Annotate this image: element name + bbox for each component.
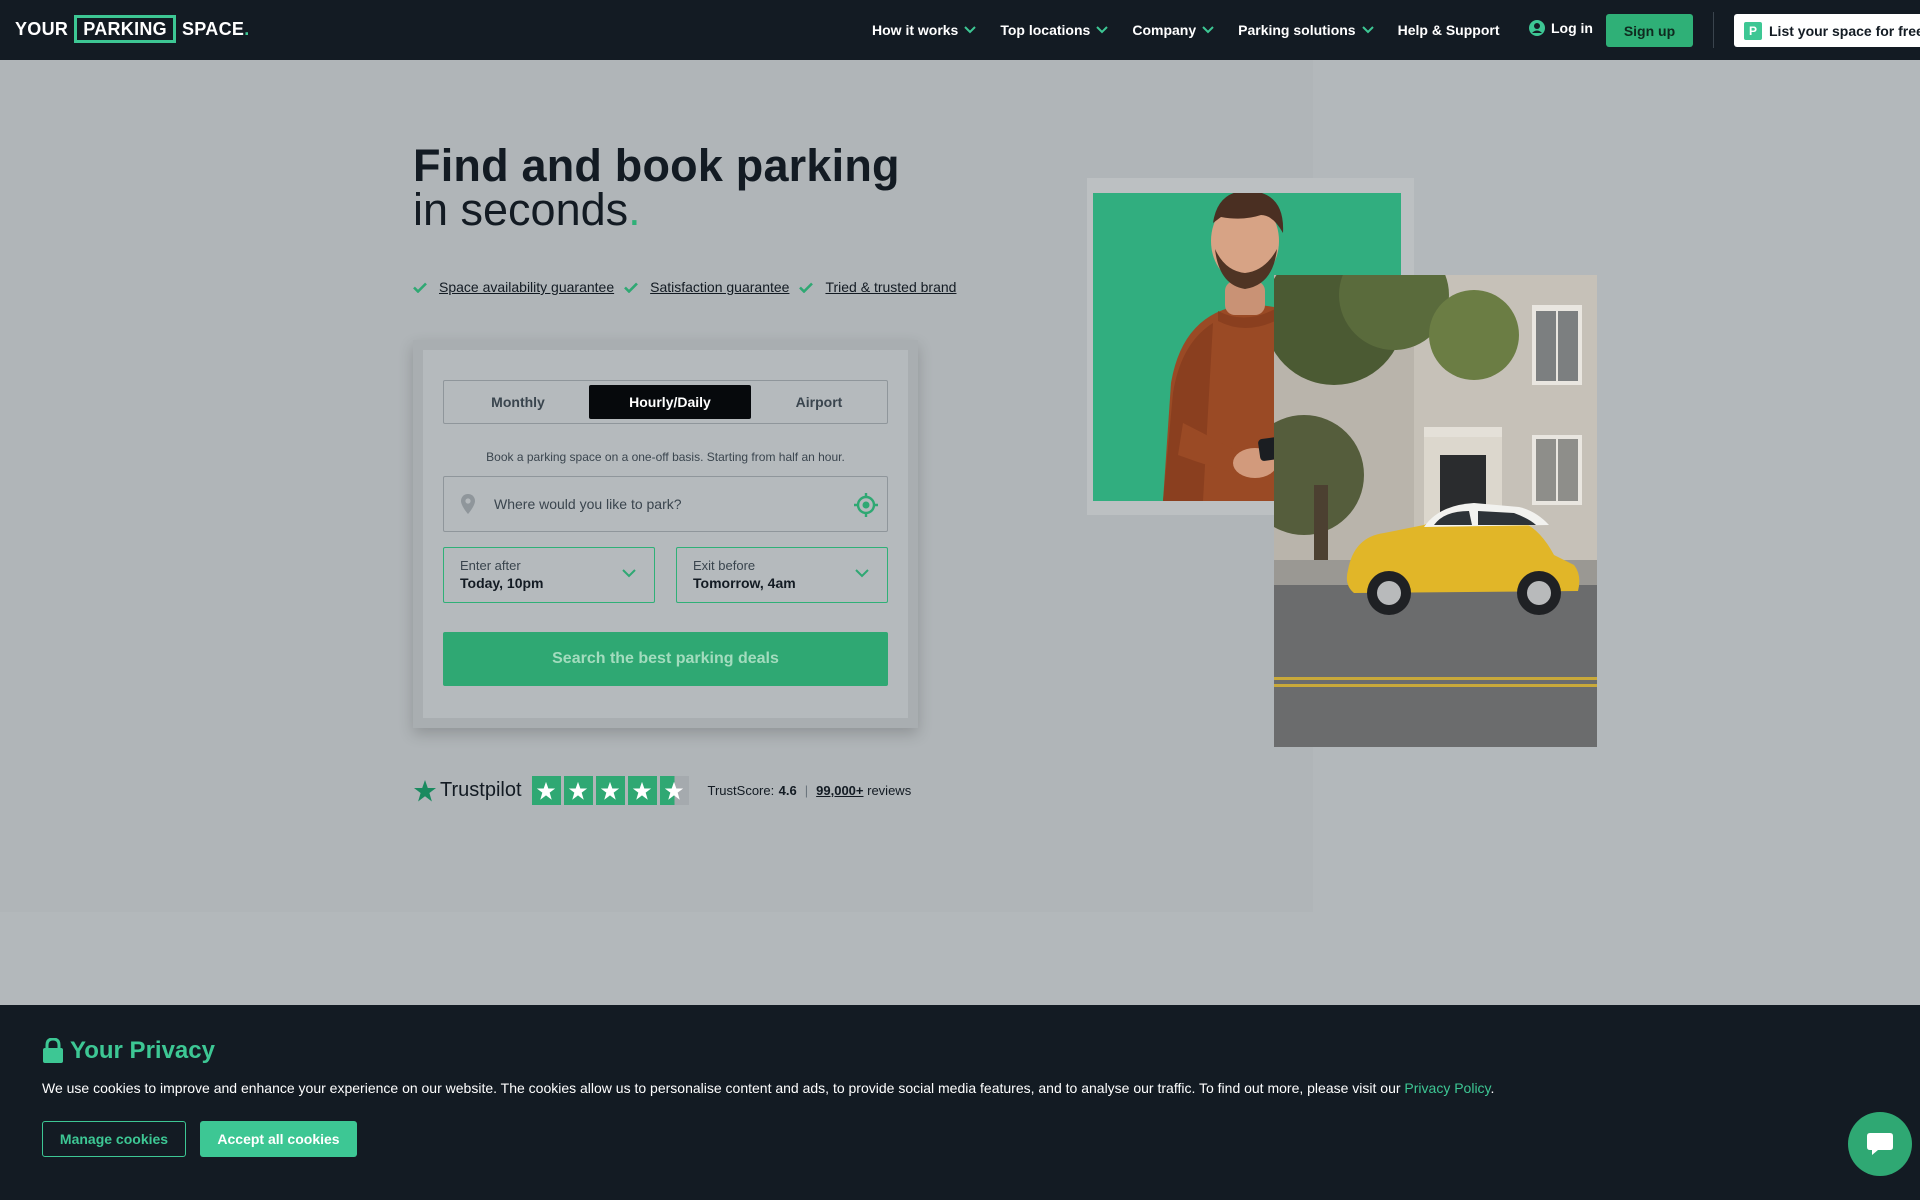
chevron-down-icon	[1096, 26, 1109, 34]
star-icon	[595, 776, 625, 805]
chat-bubble-icon	[1867, 1133, 1893, 1155]
list-your-space-label: List your space for free	[1769, 22, 1920, 39]
cookie-text: We use cookies to improve and enhance yo…	[42, 1080, 1494, 1096]
reviews-count-link[interactable]: 99,000+ reviews	[816, 783, 911, 798]
booking-tabs: Monthly Hourly/Daily Airport	[443, 380, 888, 424]
enter-after-value: Today, 10pm	[460, 575, 544, 591]
trustscore-label: TrustScore:	[707, 783, 775, 798]
guarantee-label: Space availability guarantee	[439, 279, 615, 295]
hero-title-line2: in seconds.	[413, 184, 641, 236]
hero-image-yellow-car	[1274, 275, 1597, 747]
check-icon	[624, 282, 639, 293]
tab-monthly[interactable]: Monthly	[447, 385, 589, 419]
guarantee-space-availability[interactable]: Space availability guarantee	[413, 279, 614, 295]
trustpilot-widget[interactable]: Trustpilot TrustScore: 4.6 | 99,000+ rev…	[413, 776, 911, 805]
exit-before-select[interactable]: Exit before Tomorrow, 4am	[676, 547, 888, 603]
logo-text-your: YOUR	[15, 18, 69, 39]
guarantee-trusted-brand[interactable]: Tried & trusted brand	[799, 279, 956, 295]
privacy-policy-link[interactable]: Privacy Policy	[1404, 1080, 1490, 1096]
logo-text-parking: PARKING	[74, 15, 176, 43]
trustpilot-logo: Trustpilot	[413, 779, 522, 803]
signup-button[interactable]: Sign up	[1606, 14, 1693, 47]
exit-before-value: Tomorrow, 4am	[693, 575, 796, 591]
cookie-title: Your Privacy	[42, 1037, 215, 1065]
chat-button[interactable]	[1848, 1112, 1912, 1176]
cookie-banner: Your Privacy We use cookies to improve a…	[0, 1005, 1920, 1200]
hero-title-dot: .	[628, 184, 641, 235]
manage-cookies-button[interactable]: Manage cookies	[42, 1121, 186, 1157]
lock-icon	[43, 1038, 63, 1063]
star-icon	[563, 776, 593, 805]
reviews-count: 99,000+	[816, 783, 864, 798]
nav-item-parking-solutions[interactable]: Parking solutions	[1238, 22, 1374, 38]
chevron-down-icon	[855, 569, 869, 578]
login-label: Log in	[1551, 20, 1593, 36]
logo-text-space: SPACE	[182, 18, 245, 39]
chevron-down-icon	[964, 26, 977, 34]
chevron-down-icon	[622, 569, 636, 578]
booking-description: Book a parking space on a one-off basis.…	[486, 450, 845, 464]
chevron-down-icon	[1202, 26, 1214, 34]
trustpilot-separator: |	[804, 783, 809, 798]
booking-card-frame: Monthly Hourly/Daily Airport Book a park…	[413, 340, 918, 728]
map-pin-icon	[461, 494, 475, 514]
star-icon	[531, 776, 561, 805]
location-search-field	[443, 476, 888, 532]
cookie-title-text: Your Privacy	[70, 1037, 215, 1064]
guarantees-list: Space availability guarantee Satisfactio…	[413, 279, 966, 295]
reviews-label: reviews	[867, 783, 912, 798]
enter-after-label: Enter after	[460, 558, 521, 573]
nav-item-company[interactable]: Company	[1132, 22, 1214, 38]
check-icon	[799, 282, 814, 293]
check-icon	[413, 282, 427, 293]
trustscore-value: 4.6	[778, 783, 797, 798]
header-divider	[1713, 12, 1714, 48]
cookie-text-end: .	[1490, 1080, 1495, 1096]
nav-item-label: Parking solutions	[1238, 22, 1356, 38]
parking-p-icon: P	[1744, 21, 1762, 40]
nav-item-top-locations[interactable]: Top locations	[1000, 22, 1109, 38]
logo-dot: .	[244, 18, 250, 39]
accept-all-cookies-button[interactable]: Accept all cookies	[200, 1121, 357, 1157]
nav-item-label: How it works	[872, 22, 959, 38]
site-logo[interactable]: YOUR PARKING SPACE.	[15, 15, 250, 43]
login-link[interactable]: Log in	[1529, 20, 1593, 36]
main-nav: How it works Top locations Company Parki…	[872, 0, 1523, 60]
enter-after-select[interactable]: Enter after Today, 10pm	[443, 547, 655, 603]
tab-airport[interactable]: Airport	[751, 385, 887, 419]
booking-card: Monthly Hourly/Daily Airport Book a park…	[423, 350, 908, 718]
nav-item-label: Help & Support	[1397, 22, 1500, 38]
trustpilot-stars	[531, 776, 692, 805]
trustpilot-brand: Trustpilot	[440, 779, 522, 801]
chevron-down-icon	[1361, 26, 1374, 34]
star-icon	[627, 776, 657, 805]
location-search-input[interactable]	[494, 491, 834, 517]
guarantee-satisfaction[interactable]: Satisfaction guarantee	[624, 279, 789, 295]
search-parking-button[interactable]: Search the best parking deals	[443, 632, 888, 686]
hero-title-line2-text: in seconds	[413, 184, 629, 235]
site-header: YOUR PARKING SPACE. How it works Top loc…	[0, 0, 1920, 60]
user-icon	[1529, 20, 1545, 36]
guarantee-label: Tried & trusted brand	[825, 279, 957, 295]
exit-before-label: Exit before	[693, 558, 756, 573]
trustpilot-star-icon	[414, 779, 436, 801]
half-star-icon	[659, 776, 689, 805]
nav-item-label: Top locations	[1000, 22, 1091, 38]
guarantee-label: Satisfaction guarantee	[650, 279, 790, 295]
nav-item-label: Company	[1132, 22, 1197, 38]
nav-item-help-support[interactable]: Help & Support	[1398, 22, 1500, 38]
tab-hourly-daily[interactable]: Hourly/Daily	[589, 385, 751, 419]
cookie-body: We use cookies to improve and enhance yo…	[42, 1080, 1401, 1096]
list-your-space-button[interactable]: P List your space for free	[1734, 14, 1920, 47]
nav-item-how-it-works[interactable]: How it works	[872, 22, 977, 38]
locate-me-icon[interactable]	[853, 492, 879, 518]
